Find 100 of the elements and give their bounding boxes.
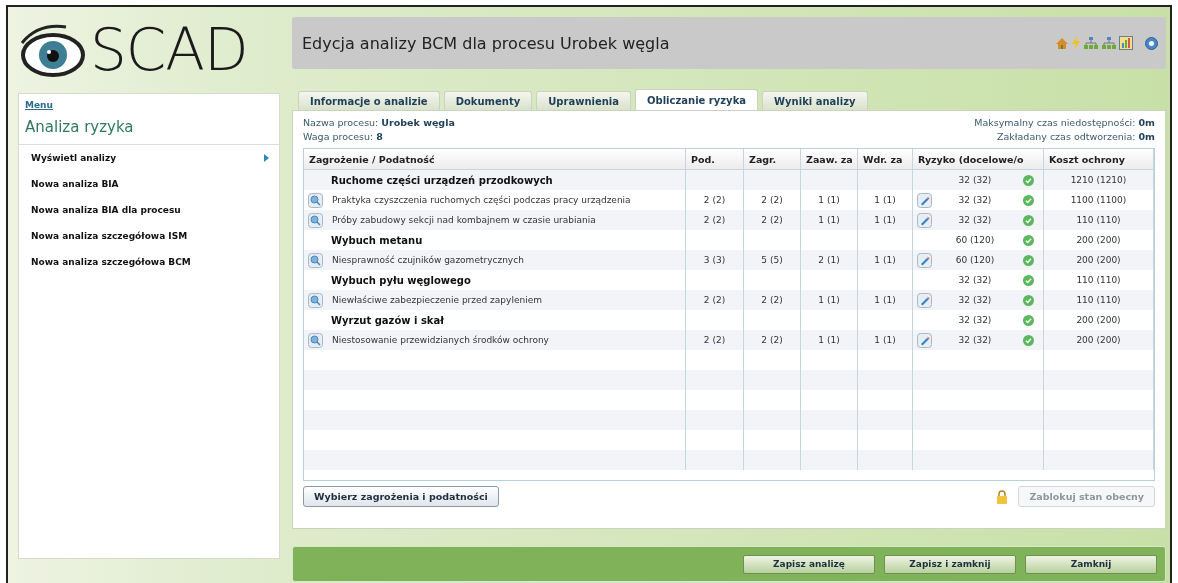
table-cell: 1 (1)	[874, 215, 896, 225]
logo-text: SCAD	[90, 21, 248, 79]
column-header: Koszt ochrony	[1044, 149, 1154, 170]
check-icon	[1022, 254, 1034, 266]
table-cell-text: 32 (32)	[957, 195, 993, 205]
table-cell-text: 32 (32)	[957, 335, 993, 345]
chart-icon[interactable]	[1119, 36, 1133, 50]
table-cell: 1 (1)	[818, 195, 840, 205]
sidebar-title: Analiza ryzyka	[19, 112, 279, 145]
table-cell: 110 (110)	[1076, 295, 1121, 305]
check-icon	[1022, 274, 1034, 286]
check-icon	[1022, 174, 1034, 186]
check-icon	[1022, 194, 1034, 206]
table-cell: 1 (1)	[874, 255, 896, 265]
magnifier-icon[interactable]	[308, 252, 323, 268]
table-cell: 2 (2)	[761, 335, 783, 345]
tab[interactable]: Obliczanie ryzyka	[635, 89, 759, 110]
lock-icon	[996, 489, 1009, 504]
table-cell-text: 60 (120)	[954, 255, 996, 265]
check-icon	[1022, 334, 1034, 346]
magnifier-icon[interactable]	[308, 292, 323, 308]
pencil-icon[interactable]	[917, 292, 932, 308]
tab[interactable]: Wyniki analizy	[762, 91, 868, 110]
table-cell: 1100 (1100)	[1070, 195, 1127, 205]
column-header: Ryzyko (docelowe/o	[913, 149, 1044, 170]
check-icon	[1022, 234, 1034, 246]
table-cell: 5 (5)	[761, 255, 783, 265]
home-icon[interactable]	[1055, 36, 1069, 50]
table-cell: 200 (200)	[1076, 255, 1121, 265]
magnifier-icon[interactable]	[308, 212, 323, 228]
column-header: Pod.	[686, 149, 744, 170]
footer-button[interactable]: Zapisz analizę	[743, 554, 875, 574]
process-info: Waga procesu: 8	[303, 131, 383, 142]
check-icon	[1022, 214, 1034, 226]
magnifier-icon[interactable]	[308, 192, 323, 208]
table-cell: 1 (1)	[874, 295, 896, 305]
pencil-icon[interactable]	[917, 212, 932, 228]
table-cell: 2 (2)	[761, 295, 783, 305]
column-header: Wdr. za	[858, 149, 913, 170]
check-icon	[1022, 294, 1034, 306]
tab[interactable]: Informacje o analizie	[298, 91, 440, 110]
pencil-icon[interactable]	[917, 332, 932, 348]
table-cell: 110 (110)	[1076, 275, 1121, 285]
table-cell: 1 (1)	[874, 335, 896, 345]
vulnerability-name: Niewłaściwe zabezpieczenie przed zapyleniem	[331, 295, 542, 305]
sidebar-item[interactable]: Nowa analiza BIA dla procesu	[19, 197, 279, 223]
table-cell: 200 (200)	[1076, 235, 1121, 245]
menu-link[interactable]: Menu	[19, 94, 279, 112]
table-cell: 2 (2)	[703, 195, 726, 205]
process-info: Nazwa procesu: Urobek węgla	[303, 117, 455, 128]
tab[interactable]: Uprawnienia	[536, 91, 632, 110]
table-cell: 2 (2)	[703, 295, 726, 305]
sidebar-item[interactable]: Nowa analiza BIA	[19, 171, 279, 197]
sidebar-item[interactable]: Nowa analiza szczegółowa BCM	[19, 249, 279, 275]
table-cell: 3 (3)	[703, 255, 726, 265]
magnifier-icon[interactable]	[308, 332, 323, 348]
select-threats-button[interactable]: Wybierz zagrożenia i podatności	[303, 486, 499, 507]
table-cell: 2 (2)	[703, 335, 726, 345]
column-header: Zagr.	[744, 149, 801, 170]
threat-name: Wyrzut gazów i skał	[330, 314, 444, 326]
table-cell: 2 (2)	[761, 215, 783, 225]
column-header: Zaaw. za	[801, 149, 858, 170]
table-cell: 1 (1)	[874, 195, 896, 205]
column-header: Zagrożenie / Podatność	[304, 149, 686, 170]
threat-name: Wybuch pyłu węglowego	[330, 274, 471, 286]
table-cell-text: 32 (32)	[957, 275, 993, 285]
vulnerability-name: Niestosowanie przewidzianych środków ochrony	[331, 335, 549, 345]
footer-button[interactable]: Zapisz i zamknij	[884, 554, 1016, 574]
sidebar-item[interactable]: Nowa analiza szczegółowa ISM	[19, 223, 279, 249]
pencil-icon[interactable]	[917, 252, 932, 268]
vulnerability-name: Niesprawność czujników gazometrycznych	[331, 255, 524, 265]
table-cell: 1 (1)	[818, 215, 840, 225]
threat-name: Wybuch metanu	[330, 234, 423, 246]
time-info: Maksymalny czas niedostępności: 0m	[974, 117, 1155, 128]
network-icon[interactable]	[1101, 37, 1117, 49]
table-cell: 1 (1)	[818, 295, 840, 305]
sidebar-item[interactable]: Wyświetl analizy	[19, 145, 279, 171]
page-title: Edycja analizy BCM dla procesu Urobek węgla	[302, 33, 670, 53]
table-cell-text: 32 (32)	[957, 215, 993, 225]
network-icon[interactable]	[1083, 37, 1099, 49]
check-icon	[1022, 314, 1034, 326]
table-cell: 110 (110)	[1076, 215, 1121, 225]
table-cell: 2 (2)	[703, 215, 726, 225]
time-info: Zakładany czas odtworzenia: 0m	[997, 131, 1155, 142]
table-cell: 200 (200)	[1076, 335, 1121, 345]
table-cell-text: 32 (32)	[957, 175, 993, 185]
footer-button[interactable]: Zamknij	[1025, 554, 1157, 574]
table-cell: 1210 (1210)	[1070, 175, 1127, 185]
table-cell-text: 60 (120)	[954, 235, 996, 245]
table-cell: 2 (1)	[818, 255, 840, 265]
table-cell-text: 32 (32)	[957, 295, 993, 305]
threat-name: Ruchome części urządzeń przodkowych	[330, 174, 553, 186]
table-cell-text: 32 (32)	[957, 315, 993, 325]
tab[interactable]: Dokumenty	[443, 91, 533, 110]
table-cell: 200 (200)	[1076, 315, 1121, 325]
vulnerability-name: Praktyka czyszczenia ruchomych części podczas pracy urządzenia	[331, 195, 631, 205]
pencil-icon[interactable]	[917, 192, 932, 208]
table-cell: 1 (1)	[818, 335, 840, 345]
table-cell: 2 (2)	[761, 195, 783, 205]
vulnerability-name: Próby zabudowy sekcji nad kombajnem w czasie urabiania	[331, 215, 596, 225]
